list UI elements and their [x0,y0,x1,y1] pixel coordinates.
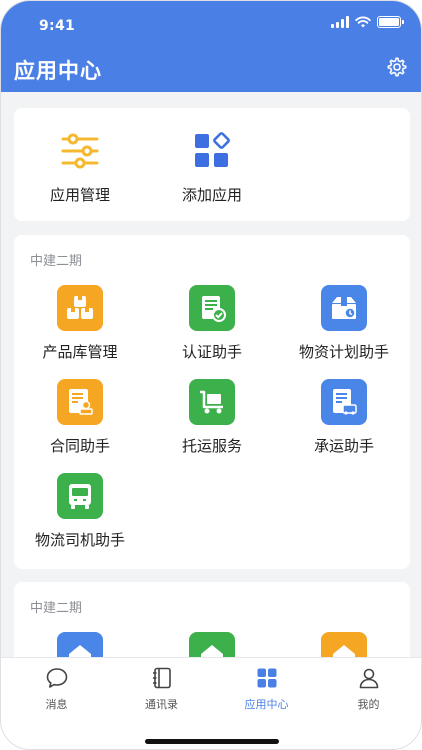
cart-icon [189,379,235,425]
status-icons [331,16,404,28]
status-time: 9:41 [39,18,76,34]
app-certification-assistant[interactable]: 认证助手 [146,285,278,362]
tab-profile[interactable]: 我的 [316,666,421,712]
app-carrier-assistant[interactable]: 承运助手 [278,379,410,456]
boxes-icon [57,285,103,331]
sliders-icon [57,128,103,174]
app-grid-icon [257,668,276,688]
app-management-card: 应用管理 添加应用 [14,108,410,221]
app-label: 添加应用 [181,186,242,204]
tab-label: 我的 [357,698,380,711]
status-bar: 9:41 [1,1,421,45]
tab-label: 消息 [45,698,68,711]
chat-bubble-icon [46,668,67,688]
app-content: 应用管理 添加应用 中建二期 产品库管理 认证助手 物资计划助手 合同助手 托运… [1,92,421,657]
cellular-signal-icon [331,16,349,28]
grid-add-icon [189,128,235,174]
tab-label: 通讯录 [145,698,178,711]
bus-icon [57,473,103,519]
house-icon [57,632,103,657]
certificate-icon [189,285,235,331]
app-header: 9:41 应用中心 [1,1,421,92]
person-icon [359,668,378,689]
app-label: 认证助手 [181,343,242,361]
app-manage-button[interactable]: 应用管理 [14,128,146,205]
wifi-icon [355,16,371,28]
app-label: 承运助手 [313,437,374,455]
app-item[interactable] [278,632,410,657]
app-label: 合同助手 [49,437,110,455]
app-product-library[interactable]: 产品库管理 [14,285,146,362]
tab-messages[interactable]: 消息 [4,666,109,712]
app-item[interactable] [146,632,278,657]
app-item[interactable] [14,632,146,657]
house-icon [321,632,367,657]
house-icon [189,632,235,657]
app-label: 应用管理 [49,186,110,204]
tab-app-center[interactable]: 应用中心 [214,666,319,712]
app-driver-assistant[interactable]: 物流司机助手 [14,473,146,550]
app-label: 物流司机助手 [34,531,125,549]
app-material-plan-assistant[interactable]: 物资计划助手 [278,285,410,362]
section-title: 中建二期 [30,601,83,616]
battery-icon [377,16,404,28]
box-clock-icon [321,285,367,331]
phone-screen: 9:41 应用中心 应用管理 添加应用 中建二期 产品库管理 认证助手 物资计划… [0,0,422,750]
document-truck-icon [321,379,367,425]
add-app-button[interactable]: 添加应用 [146,128,278,205]
app-label: 托运服务 [181,437,242,455]
app-label: 产品库管理 [42,343,118,361]
home-indicator[interactable] [145,739,279,744]
app-section: 中建二期 产品库管理 认证助手 物资计划助手 合同助手 托运服务 承运助手 物流… [14,235,410,569]
gear-icon[interactable] [386,56,408,78]
page-title: 应用中心 [14,59,102,83]
contacts-book-icon [152,667,171,689]
tab-contacts[interactable]: 通讯录 [109,666,214,712]
contract-stamp-icon [57,379,103,425]
section-title: 中建二期 [30,254,83,269]
app-contract-assistant[interactable]: 合同助手 [14,379,146,456]
app-label: 物资计划助手 [298,343,389,361]
tab-label: 应用中心 [244,698,289,711]
app-consignment-service[interactable]: 托运服务 [146,379,278,456]
app-section: 中建二期 [14,582,410,657]
bottom-tab-bar: 消息 通讯录 应用中心 我的 [1,657,421,749]
